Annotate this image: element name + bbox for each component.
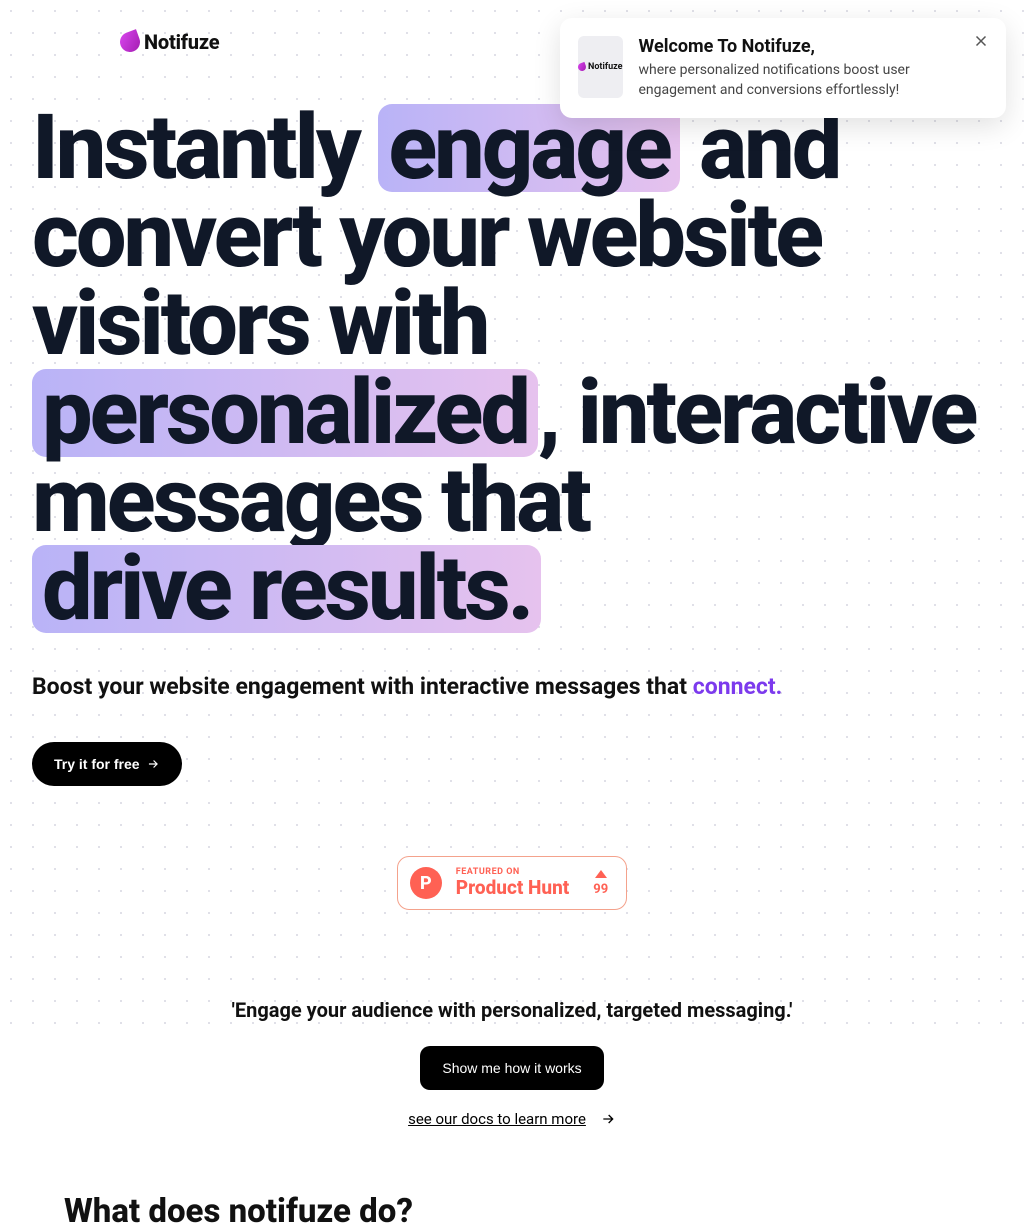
logo-mark-icon xyxy=(577,62,587,72)
try-free-button[interactable]: Try it for free xyxy=(32,742,182,786)
what-does-title: What does notifuze do? xyxy=(32,1192,992,1231)
toast-title: Welcome To Notifuze, xyxy=(639,36,957,57)
logo-mark-icon xyxy=(117,29,143,55)
ph-upvote-count: 99 xyxy=(593,882,608,897)
docs-link[interactable]: see our docs to learn more xyxy=(32,1110,992,1128)
triangle-up-icon xyxy=(595,870,607,878)
brand-logo[interactable]: Notifuze xyxy=(120,30,219,54)
show-how-button[interactable]: Show me how it works xyxy=(420,1046,603,1090)
mid-quote: 'Engage your audience with personalized,… xyxy=(32,998,992,1022)
welcome-toast: Notifuze Welcome To Notifuze, where pers… xyxy=(560,18,1006,118)
hero-subhead: Boost your website engagement with inter… xyxy=(32,673,992,700)
product-hunt-badge[interactable]: P FEATURED ON Product Hunt 99 xyxy=(397,856,627,910)
arrow-right-icon xyxy=(146,757,160,771)
hero: Instantly engage and convert your websit… xyxy=(0,64,1024,1231)
ph-name: Product Hunt xyxy=(456,878,570,898)
arrow-right-icon xyxy=(600,1111,616,1127)
ph-upvote: 99 xyxy=(593,870,608,897)
product-hunt-icon: P xyxy=(410,867,442,899)
close-icon[interactable] xyxy=(972,32,990,50)
toast-thumbnail: Notifuze xyxy=(578,36,623,98)
toast-thumb-label: Notifuze xyxy=(588,62,623,72)
docs-link-label: see our docs to learn more xyxy=(408,1110,586,1128)
toast-body: where personalized notifications boost u… xyxy=(639,61,957,100)
highlight-drive-results: drive results. xyxy=(32,545,541,633)
highlight-personalized: personalized xyxy=(32,369,538,457)
hero-headline: Instantly engage and convert your websit… xyxy=(32,104,992,633)
brand-name: Notifuze xyxy=(144,30,219,54)
try-free-label: Try it for free xyxy=(54,756,140,772)
subhead-accent: connect. xyxy=(693,673,783,700)
subhead-text: Boost your website engagement with inter… xyxy=(32,673,693,700)
